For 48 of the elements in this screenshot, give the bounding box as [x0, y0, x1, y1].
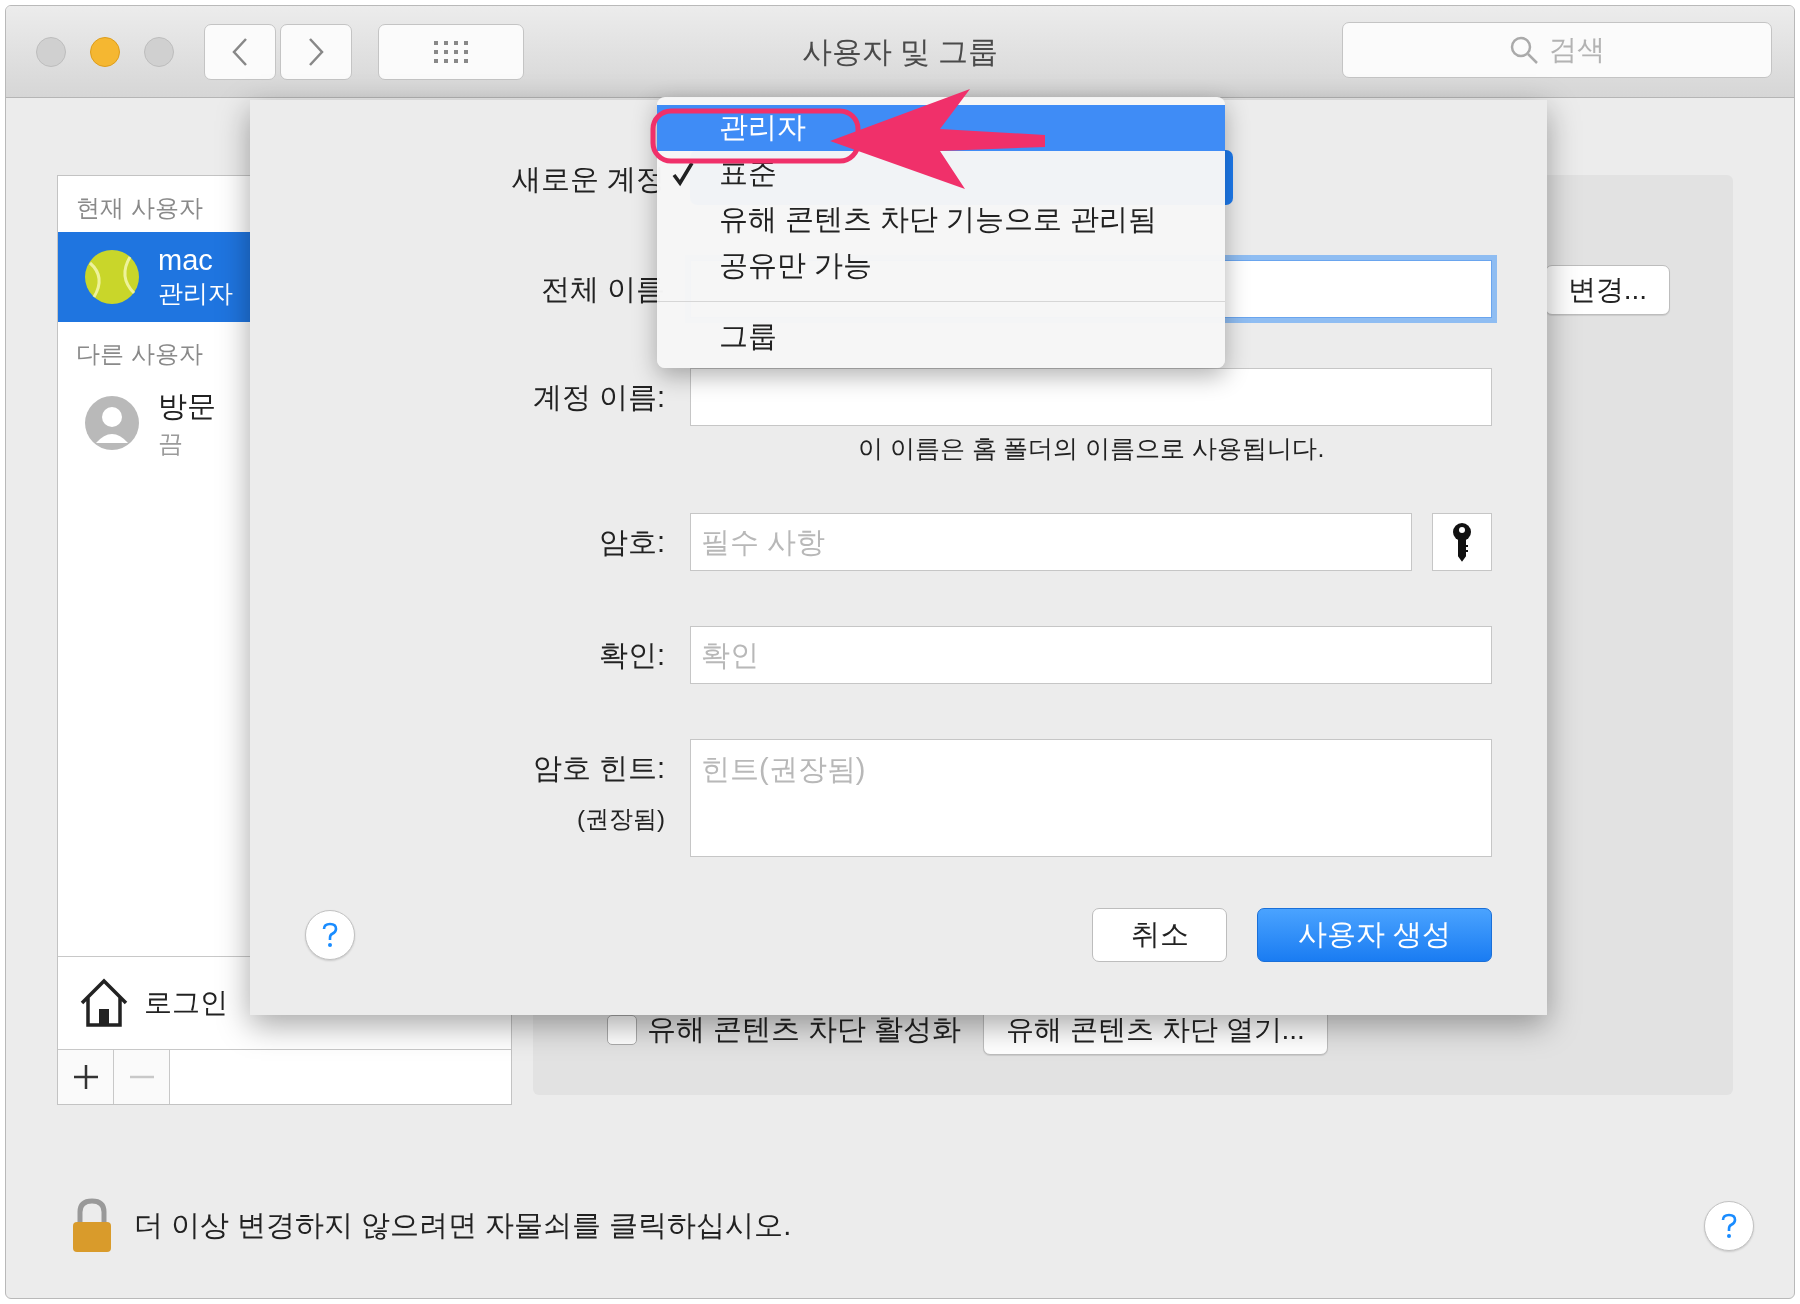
field-sublabel: (권장됨)	[577, 804, 665, 834]
user-name: 방문	[158, 388, 216, 424]
minus-icon	[128, 1075, 155, 1079]
field-label: 계정 이름:	[532, 380, 665, 415]
chevron-left-icon	[231, 36, 249, 67]
user-name: mac	[158, 244, 214, 277]
field-label: 암호:	[598, 525, 665, 560]
cancel-button[interactable]: 취소	[1092, 908, 1227, 962]
password-field[interactable]: 필수 사항	[690, 513, 1412, 571]
show-all-button[interactable]	[378, 23, 524, 80]
tennis-ball-icon	[84, 249, 140, 305]
checkbox[interactable]	[607, 1015, 637, 1045]
key-icon	[1450, 522, 1474, 562]
change-button[interactable]: 변경...	[1544, 265, 1670, 315]
text-field[interactable]	[690, 368, 1492, 426]
field-note: 이 이름은 홈 폴더의 이름으로 사용됩니다.	[856, 433, 1326, 464]
help-button[interactable]	[1704, 1201, 1754, 1251]
field-label: 암호 힌트:	[532, 751, 665, 786]
zoom-button[interactable]	[144, 36, 174, 67]
menu-item[interactable]: 유해 콘텐츠 차단 기능으로 관리됨	[657, 197, 1225, 243]
checkbox-label: 유해 콘텐츠 차단 활성화	[647, 1012, 962, 1047]
user-role: 끔	[158, 427, 184, 459]
menu-item[interactable]: 그룹	[657, 314, 1225, 360]
close-button[interactable]	[36, 36, 66, 67]
forward-button[interactable]	[280, 23, 352, 80]
field-label: 확인:	[598, 638, 665, 673]
back-button[interactable]	[204, 23, 276, 80]
hint-field[interactable]: 힌트(권장됨)	[690, 739, 1492, 857]
plus-icon	[72, 1064, 99, 1090]
help-button[interactable]	[305, 910, 355, 960]
chevron-right-icon	[307, 36, 325, 67]
question-mark-icon	[320, 921, 340, 949]
search-icon	[1509, 35, 1539, 65]
minimize-button[interactable]	[90, 36, 120, 67]
lock-icon	[70, 1198, 114, 1254]
menu-item[interactable]: 공유만 가능	[657, 243, 1225, 289]
password-assistant-button[interactable]	[1432, 513, 1492, 571]
house-icon	[78, 977, 130, 1029]
question-mark-icon	[1719, 1212, 1739, 1240]
text-field[interactable]: 확인	[690, 626, 1492, 684]
section-header: 다른 사용자	[75, 339, 204, 369]
user-role: 관리자	[158, 278, 233, 309]
window-title: 사용자 및 그룹	[801, 33, 999, 70]
lock-message: 더 이상 변경하지 않으려면 자물쇠를 클릭하십시오.	[134, 1208, 793, 1243]
add-button[interactable]	[58, 1050, 114, 1104]
section-header: 현재 사용자	[75, 193, 204, 223]
grid-icon	[432, 38, 470, 65]
user-silhouette-icon	[84, 395, 140, 451]
